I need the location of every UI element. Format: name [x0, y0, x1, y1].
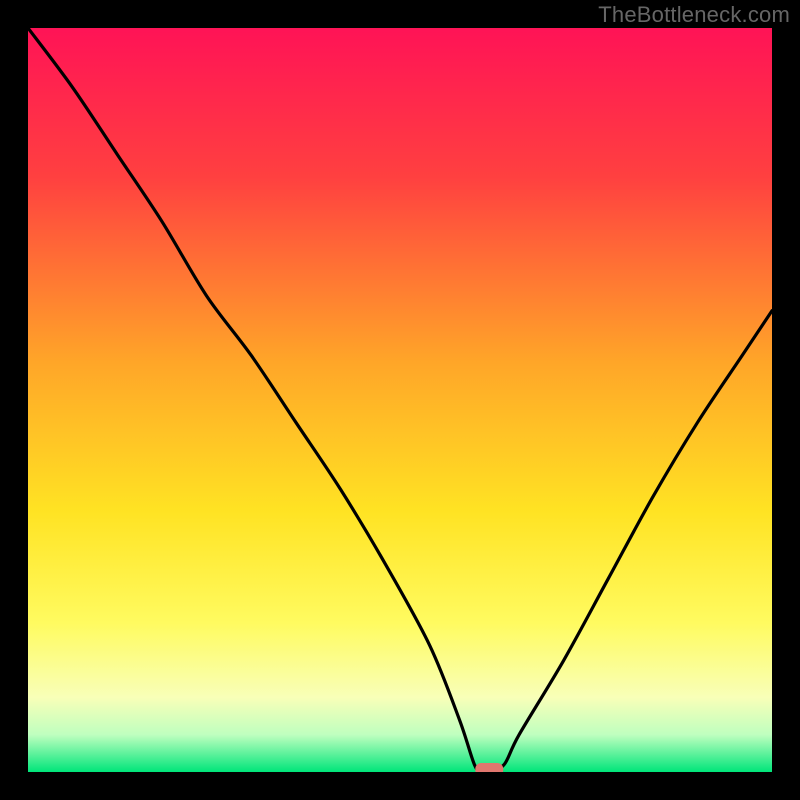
gradient-background [28, 28, 772, 772]
chart-frame: TheBottleneck.com [0, 0, 800, 800]
bottleneck-chart [28, 28, 772, 772]
plot-area [28, 28, 772, 772]
optimal-point-marker [475, 763, 503, 772]
watermark-text: TheBottleneck.com [598, 2, 790, 28]
